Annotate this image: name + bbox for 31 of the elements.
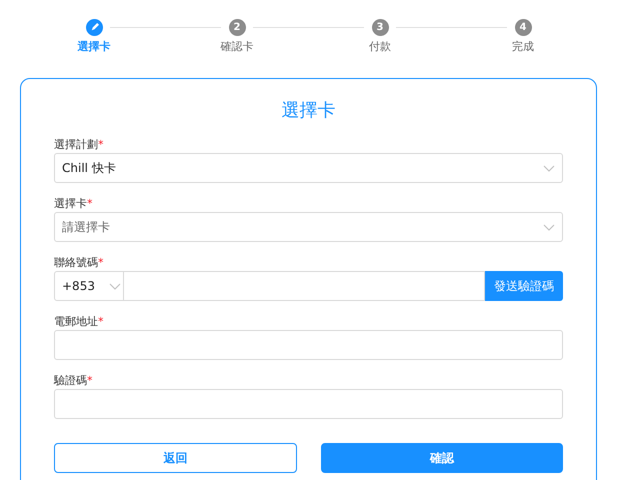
step-label: 完成 <box>512 39 534 55</box>
text-input[interactable] <box>54 389 563 419</box>
step-marker[interactable]: 2 <box>228 19 246 36</box>
required-mark: * <box>87 374 92 388</box>
field-label: 選擇卡 <box>54 197 87 211</box>
text-input[interactable] <box>54 330 563 360</box>
phone-input[interactable] <box>124 271 485 301</box>
select-field[interactable]: 請選擇卡 <box>54 212 563 242</box>
select-field[interactable]: Chill 快卡 <box>54 153 563 183</box>
field-label: 聯絡號碼 <box>54 256 98 270</box>
step-marker[interactable]: 4 <box>514 19 532 36</box>
confirm-button[interactable]: 確認 <box>320 443 563 473</box>
field-label: 選擇計劃 <box>54 138 98 152</box>
send-code-button[interactable]: 發送驗證碼 <box>485 271 563 301</box>
field-label: 電郵地址 <box>54 315 98 329</box>
country-code-select[interactable]: +853 <box>54 271 124 301</box>
caret-icon <box>543 164 555 172</box>
step-label: 付款 <box>369 39 391 55</box>
required-mark: * <box>98 256 104 270</box>
required-mark: * <box>87 197 92 211</box>
required-mark: * <box>98 138 104 152</box>
caret-icon <box>108 282 121 290</box>
back-button[interactable]: 返回 <box>54 443 296 473</box>
step-label: 選擇卡 <box>78 39 110 55</box>
field-label: 驗證碼 <box>54 374 87 388</box>
caret-icon <box>543 224 555 230</box>
required-mark: * <box>98 315 104 329</box>
step-label: 確認卡 <box>220 39 254 55</box>
pencil-icon[interactable] <box>86 19 102 36</box>
step-marker[interactable]: 3 <box>372 19 388 36</box>
form-title: 選擇卡 <box>282 99 336 123</box>
